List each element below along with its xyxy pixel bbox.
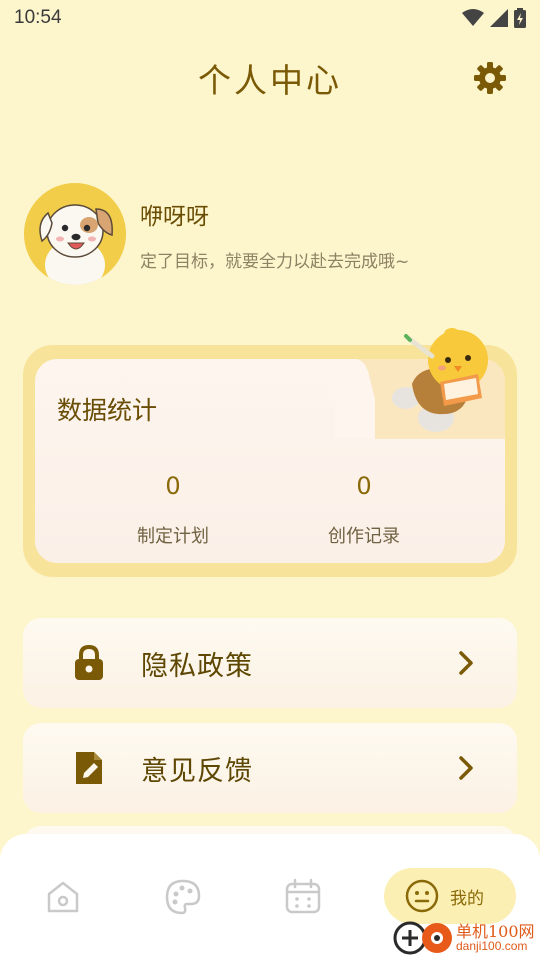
stat-records[interactable]: 0 创作记录 (289, 472, 439, 548)
wifi-icon (462, 9, 484, 26)
cell-signal-icon (490, 9, 508, 27)
battery-icon (514, 8, 526, 28)
settings-button[interactable] (472, 60, 508, 96)
dog-avatar-icon (24, 183, 126, 285)
menu-item-privacy-policy[interactable]: 隐私政策 (23, 618, 517, 708)
face-icon (405, 879, 439, 913)
calendar-icon (285, 878, 321, 914)
watermark-text: 单机100网 danji100.com (456, 922, 535, 953)
tab-mine-label: 我的 (450, 888, 484, 909)
watermark-logo-icon (393, 921, 452, 955)
tab-palette[interactable] (160, 874, 206, 920)
palette-icon (165, 879, 201, 915)
user-bio: 定了目标，就要全力以赴去完成哦~ (140, 251, 410, 272)
edit-document-icon (69, 748, 109, 788)
profile-section: 咿呀呀 定了目标，就要全力以赴去完成哦~ (24, 182, 524, 286)
tab-home[interactable] (40, 874, 86, 920)
gear-icon (474, 62, 506, 94)
status-icons (462, 8, 526, 28)
stat-plans-value: 0 (165, 472, 181, 500)
status-bar: 10:54 (0, 0, 540, 36)
menu-item-feedback[interactable]: 意见反馈 (23, 723, 517, 813)
profile-text: 咿呀呀 定了目标，就要全力以赴去完成哦~ (140, 197, 409, 272)
watermark-cn: 单机100网 (456, 922, 535, 941)
stat-plans-label: 制定计划 (137, 526, 209, 547)
watermark: 单机100网 danji100.com (390, 918, 535, 958)
chick-reading-illustration (392, 328, 488, 432)
stat-records-value: 0 (356, 472, 372, 500)
stat-plans[interactable]: 0 制定计划 (98, 472, 248, 548)
chevron-right-icon (451, 753, 481, 783)
tab-calendar[interactable] (280, 874, 326, 920)
status-time: 10:54 (14, 7, 62, 28)
stats-title: 数据统计 (57, 396, 158, 425)
menu-label-privacy-policy: 隐私政策 (141, 650, 253, 682)
lock-icon (69, 643, 109, 683)
chevron-right-icon (451, 648, 481, 678)
header: 个人中心 (0, 50, 540, 106)
stats-tab-curve (335, 359, 375, 439)
page-title: 个人中心 (198, 61, 342, 100)
tab-mine[interactable]: 我的 (384, 868, 516, 924)
avatar[interactable] (24, 183, 126, 285)
stat-records-label: 创作记录 (328, 526, 400, 547)
menu-label-feedback: 意见反馈 (141, 755, 253, 787)
username: 咿呀呀 (140, 203, 209, 230)
watermark-en: danji100.com (456, 939, 528, 953)
home-icon (47, 881, 79, 913)
